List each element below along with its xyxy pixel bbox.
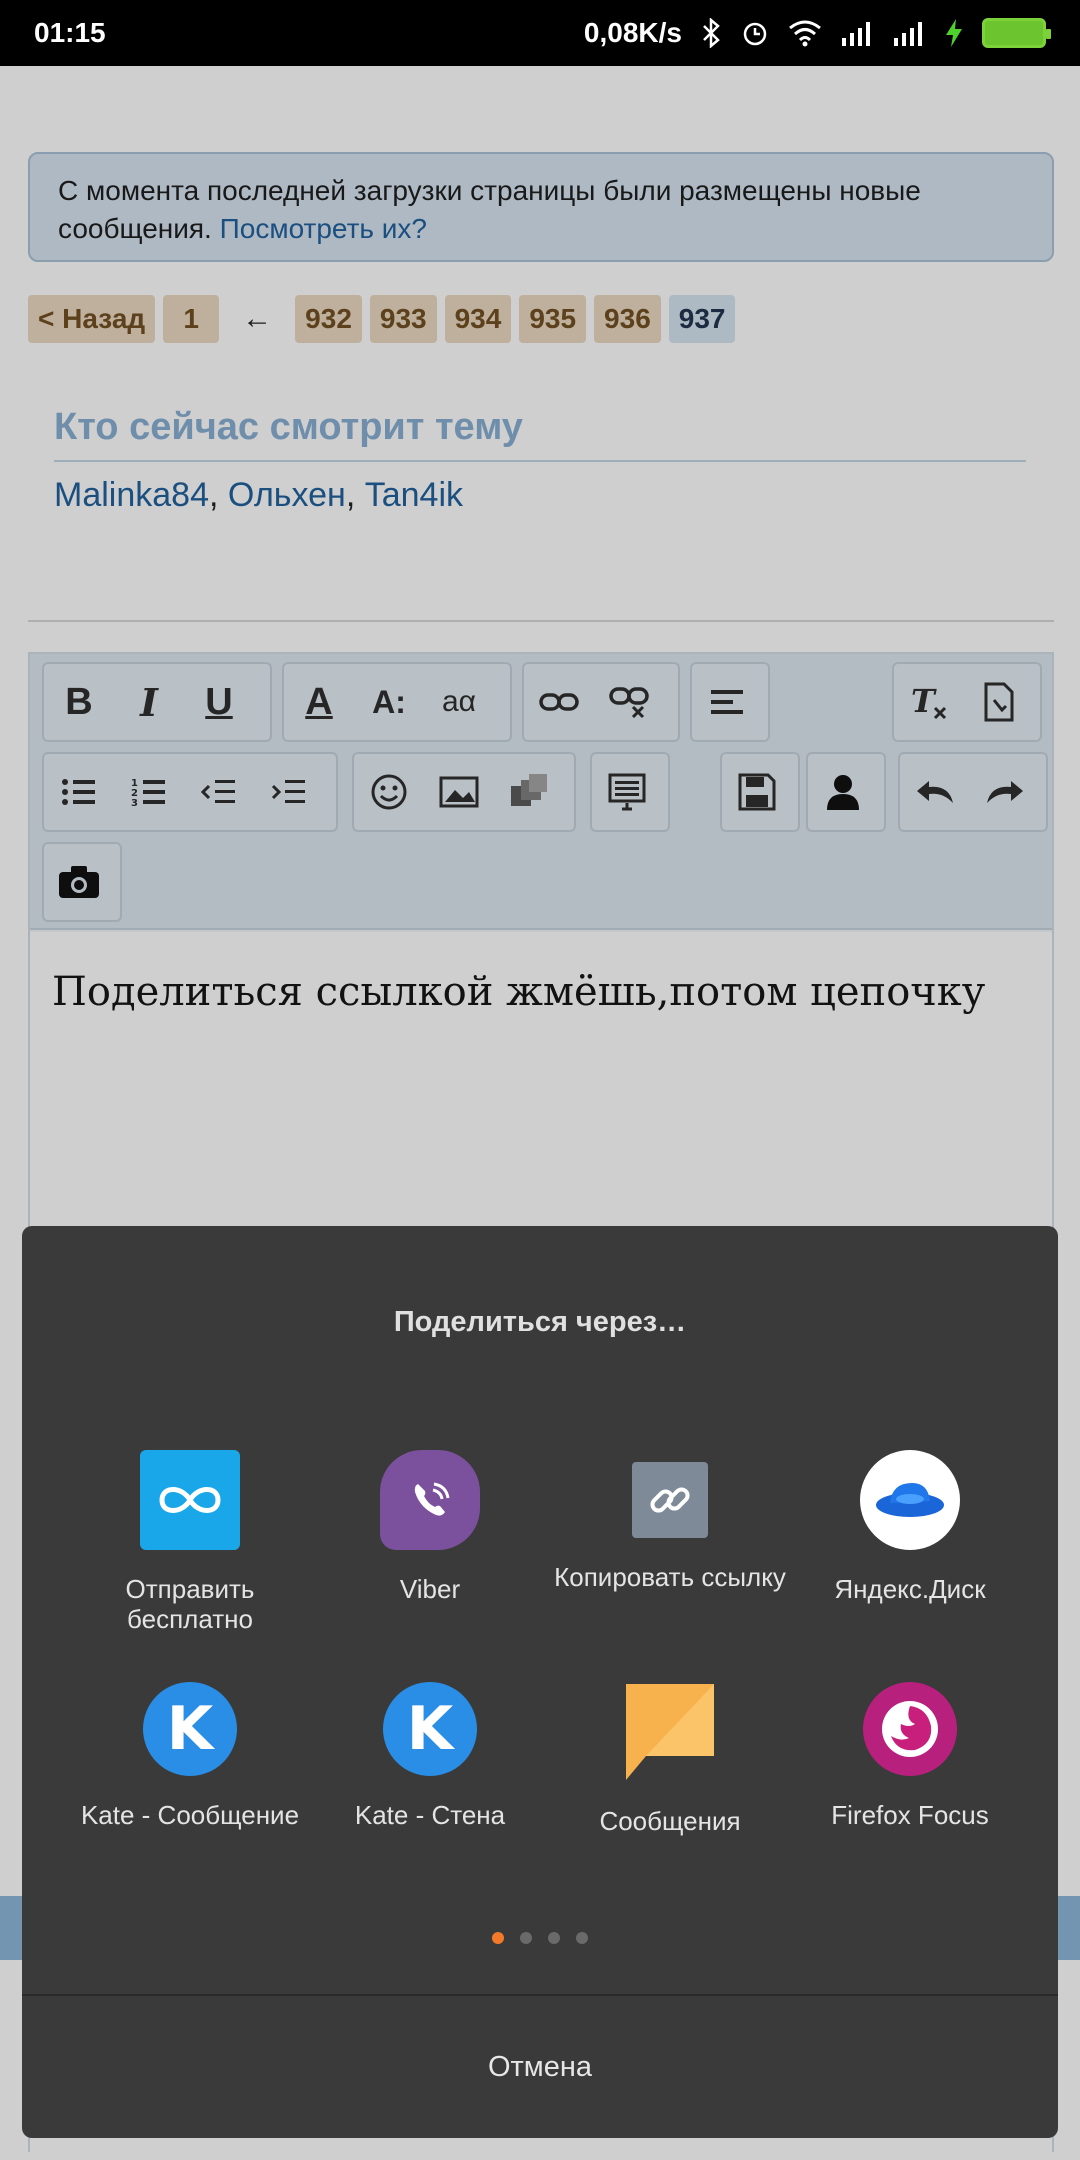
share-app-firefox-focus[interactable]: Firefox Focus — [790, 1682, 1030, 1830]
status-bar: 01:15 0,08K/s — [0, 0, 1080, 66]
share-app-label: Firefox Focus — [831, 1800, 989, 1830]
network-speed: 0,08K/s — [583, 17, 682, 48]
alarm-icon — [740, 18, 770, 48]
share-app-label: Kate - Сообщение — [80, 1800, 300, 1830]
page-dot[interactable] — [576, 1932, 588, 1944]
link-icon — [632, 1462, 708, 1538]
share-app-yandex-disk[interactable]: Яндекс.Диск — [790, 1450, 1030, 1604]
kate-icon: K — [383, 1682, 477, 1776]
infinity-icon — [140, 1450, 240, 1550]
share-app-label: Яндекс.Диск — [834, 1574, 986, 1604]
share-app-messages[interactable]: Сообщения — [550, 1682, 790, 1836]
signal-icon — [892, 20, 926, 46]
share-sheet-title: Поделиться через… — [393, 1306, 687, 1338]
viber-icon — [380, 1450, 480, 1550]
share-app-kate-wall[interactable]: K Kate - Стена — [310, 1682, 550, 1830]
share-app-viber[interactable]: Viber — [310, 1450, 550, 1604]
share-app-copy-link[interactable]: Копировать ссылку — [550, 1450, 790, 1592]
share-app-label: Отправить бесплатно — [125, 1574, 255, 1634]
share-sheet: Поделиться через… Отправить бесплатно Vi… — [22, 1226, 1058, 2138]
cancel-button[interactable]: Отмена — [22, 1996, 1058, 2138]
share-app-kate-message[interactable]: K Kate - Сообщение — [70, 1682, 310, 1830]
charging-icon — [944, 18, 964, 48]
battery-icon — [982, 18, 1051, 48]
share-app-send-free[interactable]: Отправить бесплатно — [70, 1450, 310, 1634]
firefox-focus-icon — [863, 1682, 957, 1776]
share-app-label: Сообщения — [599, 1806, 741, 1836]
share-app-label: Viber — [399, 1574, 461, 1604]
share-app-label: Копировать ссылку — [554, 1562, 786, 1592]
share-app-label: Kate - Стена — [354, 1800, 506, 1830]
status-time: 01:15 — [34, 17, 106, 48]
bluetooth-icon — [700, 18, 722, 48]
yandex-disk-icon — [860, 1450, 960, 1550]
page-indicator — [22, 1932, 1058, 1944]
wifi-icon — [788, 19, 822, 47]
page-dot[interactable] — [520, 1932, 532, 1944]
kate-icon: K — [143, 1682, 237, 1776]
messages-icon — [620, 1682, 720, 1782]
signal-icon — [840, 20, 874, 46]
page-dot[interactable] — [548, 1932, 560, 1944]
page-dot-active[interactable] — [492, 1932, 504, 1944]
